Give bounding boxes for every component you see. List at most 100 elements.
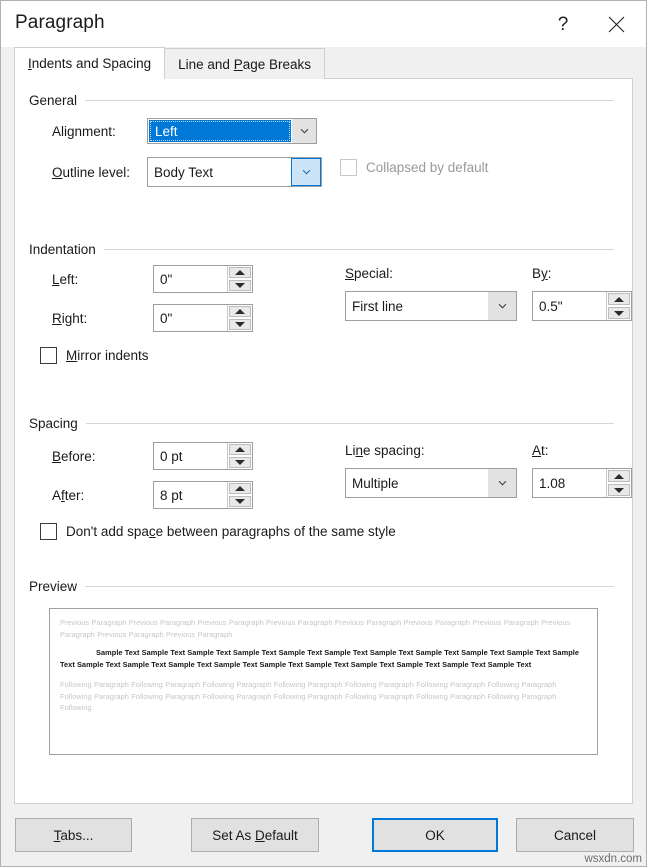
indent-left-increment[interactable]	[229, 267, 251, 278]
title-bar: Paragraph ?	[1, 1, 646, 47]
divider	[103, 249, 614, 250]
spacing-before-label: Before:	[52, 448, 96, 464]
spacing-after-value: 8 pt	[160, 487, 183, 503]
by-stepper[interactable]: 0.5"	[532, 291, 632, 321]
chevron-down-icon[interactable]	[488, 469, 516, 497]
row-special: First line	[345, 291, 517, 321]
question-mark-icon: ?	[557, 13, 569, 35]
dialog-title: Paragraph	[15, 12, 105, 33]
triangle-down-icon	[235, 460, 245, 465]
special-label-row: Special:	[345, 266, 393, 281]
triangle-down-icon	[614, 310, 624, 316]
line-spacing-value: Multiple	[352, 475, 399, 491]
indent-left-stepper[interactable]: 0"	[153, 265, 253, 293]
indent-left-label: Left:	[52, 271, 79, 287]
divider	[85, 100, 614, 101]
checkbox-box	[340, 159, 357, 176]
ok-button[interactable]: OK	[372, 818, 498, 852]
special-value: First line	[352, 298, 404, 314]
group-general-legend: General	[29, 93, 78, 108]
cancel-button-label: Cancel	[553, 827, 597, 843]
help-button[interactable]: ?	[540, 1, 586, 47]
by-value: 0.5"	[539, 298, 563, 314]
row-spacing-after: After: 8 pt	[52, 481, 253, 509]
preview-following-paragraph: Following Paragraph Following Paragraph …	[60, 680, 557, 712]
triangle-down-icon	[235, 283, 245, 288]
group-indentation-legend: Indentation	[29, 242, 96, 257]
tab-indents-and-spacing[interactable]: Indents and Spacing	[14, 47, 166, 79]
by-label-row: By:	[532, 266, 552, 281]
row-at: 1.08	[532, 468, 632, 498]
row-alignment: Alignment: Left	[52, 118, 317, 144]
spacing-after-increment[interactable]	[229, 483, 251, 494]
triangle-up-icon	[614, 473, 624, 479]
special-combobox[interactable]: First line	[345, 291, 517, 321]
spacing-before-stepper[interactable]: 0 pt	[153, 442, 253, 470]
by-label: By:	[532, 266, 552, 281]
dont-add-space-checkbox[interactable]: Don't add space between paragraphs of th…	[40, 523, 396, 540]
alignment-value: Left	[149, 120, 291, 142]
row-outline-level: Outline level: Body Text	[52, 157, 322, 187]
outline-level-combobox[interactable]: Body Text	[147, 157, 322, 187]
group-spacing-header: Spacing	[15, 416, 632, 431]
by-decrement[interactable]	[608, 307, 630, 319]
close-icon	[608, 16, 624, 32]
at-stepper[interactable]: 1.08	[532, 468, 632, 498]
triangle-up-icon	[614, 296, 624, 302]
group-general-header: General	[15, 93, 632, 108]
group-indentation: Indentation	[15, 242, 632, 257]
triangle-up-icon	[235, 447, 245, 452]
alignment-combobox[interactable]: Left	[147, 118, 317, 144]
group-general: General	[15, 93, 632, 108]
indent-right-label: Right:	[52, 310, 88, 326]
spacing-before-decrement[interactable]	[229, 457, 251, 468]
paragraph-dialog: Paragraph ? Indents and Spacing Line and…	[0, 0, 647, 867]
spacing-after-label: After:	[52, 487, 85, 503]
divider	[85, 586, 614, 587]
tabs-button[interactable]: Tabs...	[15, 818, 132, 852]
spacing-after-decrement[interactable]	[229, 496, 251, 507]
checkbox-box	[40, 347, 57, 364]
tab-line-and-page-breaks[interactable]: Line and Page Breaks	[164, 48, 325, 79]
row-line-spacing: Multiple	[345, 468, 517, 498]
mirror-indents-checkbox[interactable]: Mirror indents	[40, 347, 149, 364]
preview-sample-text: Sample Text Sample Text Sample Text Samp…	[60, 648, 580, 669]
indent-right-increment[interactable]	[229, 306, 251, 317]
by-increment[interactable]	[608, 293, 630, 305]
at-value: 1.08	[539, 475, 566, 491]
group-preview-legend: Preview	[29, 579, 78, 594]
cancel-button[interactable]: Cancel	[516, 818, 634, 852]
alignment-label: Alignment:	[52, 123, 116, 139]
preview-previous-paragraph: Previous Paragraph Previous Paragraph Pr…	[60, 618, 571, 639]
set-as-default-button[interactable]: Set As Default	[191, 818, 319, 852]
indent-right-stepper[interactable]: 0"	[153, 304, 253, 332]
collapsed-by-default-label: Collapsed by default	[366, 160, 489, 175]
at-increment[interactable]	[608, 470, 630, 482]
group-preview: Preview	[15, 579, 632, 594]
mirror-indents-label: Mirror indents	[66, 348, 149, 363]
at-decrement[interactable]	[608, 484, 630, 496]
spacing-before-increment[interactable]	[229, 444, 251, 455]
triangle-down-icon	[235, 322, 245, 327]
set-as-default-label: Set As Default	[212, 827, 298, 843]
divider	[85, 423, 614, 424]
row-dont-add-space: Don't add space between paragraphs of th…	[40, 523, 396, 540]
chevron-down-icon[interactable]	[292, 119, 316, 143]
triangle-down-icon	[235, 499, 245, 504]
collapsed-by-default-checkbox[interactable]: Collapsed by default	[340, 159, 488, 176]
chevron-down-icon[interactable]	[488, 292, 516, 320]
chevron-down-icon[interactable]	[291, 158, 321, 186]
spacing-after-stepper[interactable]: 8 pt	[153, 481, 253, 509]
close-button[interactable]	[593, 1, 639, 47]
row-by: 0.5"	[532, 291, 632, 321]
indent-left-value: 0"	[160, 271, 173, 287]
outline-level-label: Outline level:	[52, 164, 131, 180]
line-spacing-label: Line spacing:	[345, 443, 425, 458]
ok-button-label: OK	[425, 827, 445, 843]
line-spacing-combobox[interactable]: Multiple	[345, 468, 517, 498]
indent-left-decrement[interactable]	[229, 280, 251, 291]
triangle-up-icon	[235, 270, 245, 275]
at-label: At:	[532, 443, 549, 458]
tab-mnemonic: P	[233, 57, 243, 72]
indent-right-decrement[interactable]	[229, 319, 251, 330]
